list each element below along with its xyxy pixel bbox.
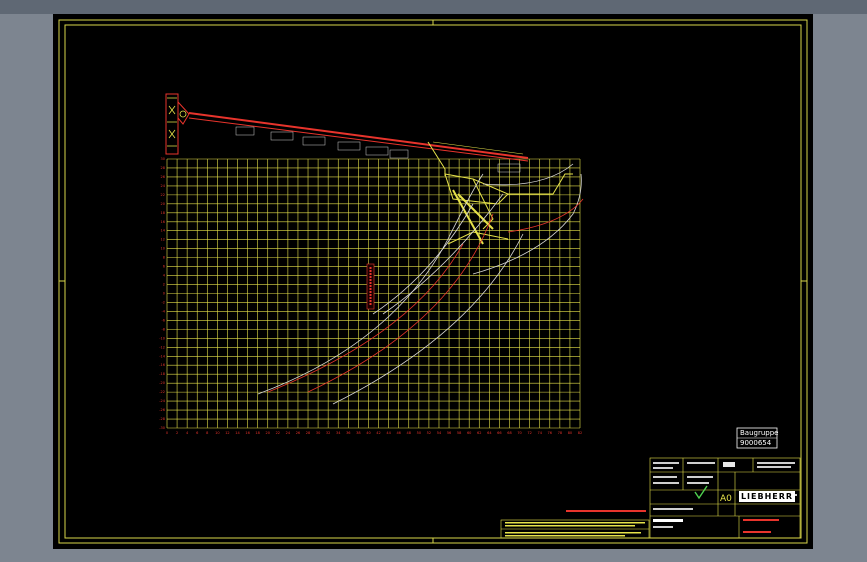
y-tick-label: -24 [159, 399, 165, 403]
y-tick-label: -26 [159, 408, 165, 412]
x-tick-label: 20 [265, 431, 269, 435]
title-block-checkmark [694, 485, 708, 500]
y-tick-label: -10 [159, 336, 165, 340]
y-tick-label: -30 [159, 426, 165, 430]
crane-mast[interactable] [165, 93, 190, 155]
y-tick-label: -12 [159, 345, 165, 349]
y-tick-label: -20 [159, 381, 165, 385]
x-tick-label: 8 [206, 431, 208, 435]
x-tick-label: 80 [568, 431, 572, 435]
x-tick-label: 40 [366, 431, 370, 435]
x-tick-label: 42 [376, 431, 380, 435]
y-tick-label: -2 [162, 300, 166, 304]
x-tick-label: 10 [215, 431, 219, 435]
x-tick-label: 0 [166, 431, 168, 435]
y-tick-label: 14 [161, 229, 166, 233]
x-tick-label: 56 [447, 431, 451, 435]
y-tick-label: 20 [161, 202, 165, 206]
company-logo: LIEBHERR [739, 491, 795, 502]
y-tick-label: 8 [163, 256, 165, 260]
x-tick-label: 38 [356, 431, 360, 435]
drawing-sheet[interactable]: 0 2 4 6 8 10 12 14 16 18 20 22 24 26 28 30 32 34 36 38 40 42 4… [53, 14, 813, 549]
y-axis-ticks: 302826242220181614121086420-2-4-6-8-10-1… [159, 157, 165, 430]
x-tick-label: 76 [548, 431, 552, 435]
x-tick-label: 6 [196, 431, 198, 435]
y-tick-label: -8 [162, 327, 166, 331]
x-tick-label: 78 [558, 431, 562, 435]
sheet-frame [58, 19, 808, 544]
x-tick-label: 26 [296, 431, 300, 435]
y-tick-label: 6 [163, 265, 165, 269]
vertical-range-label [366, 263, 375, 310]
x-tick-label: 62 [477, 431, 481, 435]
x-tick-label: 36 [346, 431, 350, 435]
working-radius-arcs [257, 163, 584, 405]
x-tick-label: 14 [235, 431, 240, 435]
main-boom[interactable] [188, 112, 529, 162]
x-tick-label: 28 [306, 431, 310, 435]
x-tick-label: 68 [507, 431, 511, 435]
x-tick-label: 82 [578, 431, 582, 435]
x-tick-label: 2 [176, 431, 178, 435]
y-tick-label: 30 [161, 157, 165, 161]
x-tick-label: 16 [245, 431, 249, 435]
sheet-format: A0 [720, 494, 732, 504]
y-tick-label: -16 [159, 363, 165, 367]
y-tick-label: 28 [161, 166, 165, 170]
group-number: 9000654 [740, 439, 772, 447]
x-tick-label: 72 [527, 431, 531, 435]
outer-frame-line [58, 19, 808, 544]
viewport-top-bar [0, 0, 867, 14]
x-tick-label: 54 [437, 431, 442, 435]
y-tick-label: 4 [163, 274, 166, 278]
x-tick-label: 12 [225, 431, 229, 435]
x-tick-label: 32 [326, 431, 330, 435]
y-tick-label: 12 [161, 238, 165, 242]
y-tick-label: 22 [161, 193, 165, 197]
y-tick-label: 26 [161, 175, 165, 179]
x-tick-label: 60 [467, 431, 471, 435]
inner-frame-line [64, 24, 802, 539]
y-tick-label: 2 [163, 283, 165, 287]
y-tick-label: 16 [161, 220, 165, 224]
x-tick-label: 50 [417, 431, 421, 435]
y-tick-label: -14 [159, 354, 165, 358]
x-tick-label: 46 [396, 431, 400, 435]
y-tick-label: -18 [159, 372, 165, 376]
y-tick-label: -6 [162, 318, 166, 322]
y-tick-label: 10 [161, 247, 165, 251]
x-tick-label: 52 [427, 431, 431, 435]
y-tick-label: 18 [161, 211, 165, 215]
boom-section-boxes [235, 126, 521, 173]
x-tick-label: 30 [316, 431, 320, 435]
x-tick-label: 22 [276, 431, 280, 435]
y-tick-label: -4 [162, 309, 166, 313]
group-label: Baugruppe [740, 429, 779, 437]
y-tick-label: -28 [159, 417, 165, 421]
x-tick-label: 4 [186, 431, 189, 435]
y-tick-label: 0 [163, 292, 165, 296]
x-tick-label: 24 [286, 431, 291, 435]
x-tick-label: 70 [517, 431, 521, 435]
y-tick-label: 24 [161, 184, 166, 188]
x-tick-label: 64 [487, 431, 492, 435]
x-axis-ticks: 0 2 4 6 8 10 12 14 16 18 20 22 24 26 28 30 32 34 36 38 40 42 4… [166, 431, 582, 435]
y-tick-label: -22 [159, 390, 165, 394]
x-tick-label: 58 [457, 431, 461, 435]
x-tick-label: 48 [407, 431, 411, 435]
x-tick-label: 44 [386, 431, 391, 435]
x-tick-label: 34 [336, 431, 341, 435]
x-tick-label: 18 [255, 431, 259, 435]
x-tick-label: 74 [537, 431, 542, 435]
cad-drawing[interactable]: 0 2 4 6 8 10 12 14 16 18 20 22 24 26 28 30 32 34 36 38 40 42 4… [53, 14, 813, 549]
x-tick-label: 66 [497, 431, 501, 435]
